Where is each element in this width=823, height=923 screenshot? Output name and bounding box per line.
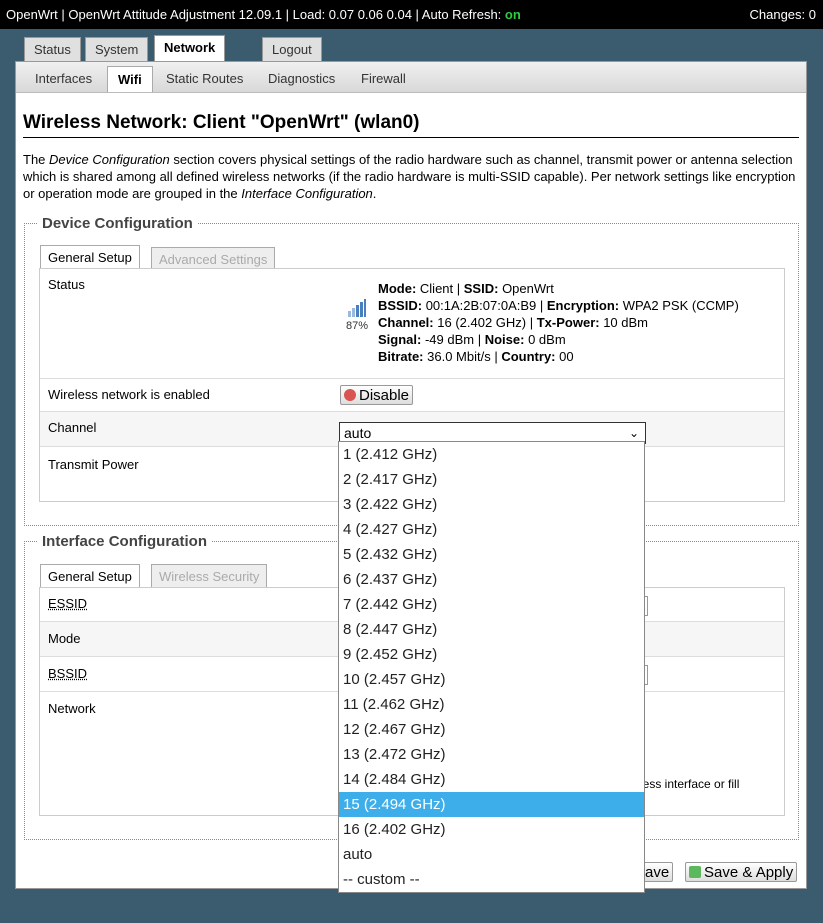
channel-option[interactable]: 7 (2.442 GHz) xyxy=(339,592,644,617)
subtab-wifi[interactable]: Wifi xyxy=(107,66,153,92)
noise-key: Noise: xyxy=(484,332,525,347)
tab-network[interactable]: Network xyxy=(154,35,226,62)
channel-value: 16 (2.402 GHz) xyxy=(437,315,527,330)
system-info-text: OpenWrt | OpenWrt Attitude Adjustment 12… xyxy=(6,7,505,22)
disable-button[interactable]: Disable xyxy=(340,385,414,405)
page-description: The Device Configuration section covers … xyxy=(23,151,801,202)
auto-refresh-toggle[interactable]: on xyxy=(505,7,521,22)
bssid-key: BSSID: xyxy=(378,298,423,313)
channel-option[interactable]: auto xyxy=(339,842,644,867)
mode-value: Client xyxy=(419,281,454,296)
channel-option[interactable]: 12 (2.467 GHz) xyxy=(339,717,644,742)
tab-status[interactable]: Status xyxy=(24,37,81,61)
subtab-static-routes[interactable]: Static Routes xyxy=(156,66,253,92)
country-key: Country: xyxy=(501,349,556,364)
channel-dropdown-list: 1 (2.412 GHz) 2 (2.417 GHz) 3 (2.422 GHz) 4… xyxy=(338,441,645,893)
ssid-key: SSID: xyxy=(463,281,499,296)
channel-option[interactable]: 4 (2.427 GHz) xyxy=(339,517,644,542)
network-help-text: less interface or fill xyxy=(640,777,740,791)
channel-option[interactable]: 5 (2.432 GHz) xyxy=(339,542,644,567)
status-label: Status xyxy=(48,277,85,292)
bitrate-key: Bitrate: xyxy=(378,349,424,364)
channel-select-value: auto xyxy=(344,425,372,441)
tab-system[interactable]: System xyxy=(85,37,149,61)
channel-option[interactable]: 16 (2.402 GHz) xyxy=(339,817,644,842)
subtab-firewall[interactable]: Firewall xyxy=(351,66,416,92)
interface-config-legend: Interface Configuration xyxy=(38,533,212,550)
subtab-interfaces[interactable]: Interfaces xyxy=(25,66,102,92)
txpower-value: 10 dBm xyxy=(603,315,649,330)
save-apply-button-label: Save & Apply xyxy=(704,864,794,881)
channel-option[interactable]: 6 (2.437 GHz) xyxy=(339,567,644,592)
subtab-diagnostics[interactable]: Diagnostics xyxy=(258,66,345,92)
channel-option[interactable]: 10 (2.457 GHz) xyxy=(339,667,644,692)
channel-option[interactable]: 1 (2.412 GHz) xyxy=(339,442,644,467)
desc-em-device-config: Device Configuration xyxy=(49,152,170,167)
bitrate-value: 36.0 Mbit/s xyxy=(427,349,491,364)
country-value: 00 xyxy=(559,349,574,364)
bssid-label: BSSID xyxy=(48,666,88,681)
network-submenu: Interfaces Wifi Static Routes Diagnostic… xyxy=(16,62,806,93)
network-label: Network xyxy=(48,701,96,716)
save-apply-button[interactable]: Save & Apply xyxy=(685,862,798,882)
channel-option[interactable]: 2 (2.417 GHz) xyxy=(339,467,644,492)
top-status-bar: OpenWrt | OpenWrt Attitude Adjustment 12… xyxy=(0,0,823,29)
encryption-value: WPA2 PSK (CCMP) xyxy=(622,298,739,313)
channel-option[interactable]: 8 (2.447 GHz) xyxy=(339,617,644,642)
channel-option[interactable]: 9 (2.452 GHz) xyxy=(339,642,644,667)
channel-option[interactable]: 14 (2.484 GHz) xyxy=(339,767,644,792)
signal-percent: 87% xyxy=(345,320,369,332)
bssid-value: 00:1A:2B:07:0A:B9 xyxy=(425,298,537,313)
txpower-key: Tx-Power: xyxy=(536,315,600,330)
mode-label: Mode xyxy=(48,631,81,646)
desc-text-1: The xyxy=(23,152,50,167)
signal-strength-icon xyxy=(348,299,366,317)
channel-option[interactable]: 11 (2.462 GHz) xyxy=(339,692,644,717)
system-info: OpenWrt | OpenWrt Attitude Adjustment 12… xyxy=(6,7,521,22)
tab-general-setup[interactable]: General Setup xyxy=(40,245,140,269)
signal-key: Signal: xyxy=(378,332,422,347)
main-menu: Status System Network Logout xyxy=(0,29,823,62)
tab-interface-general-setup[interactable]: General Setup xyxy=(40,564,140,588)
tab-logout[interactable]: Logout xyxy=(262,37,322,61)
transmit-power-label: Transmit Power xyxy=(48,457,139,472)
disable-button-label: Disable xyxy=(359,387,410,404)
tab-advanced-settings[interactable]: Advanced Settings xyxy=(151,247,276,269)
channel-option[interactable]: 15 (2.494 GHz) xyxy=(339,792,644,817)
wireless-enabled-label: Wireless network is enabled xyxy=(48,387,210,402)
wireless-enabled-row: Wireless network is enabled Disable xyxy=(40,379,784,412)
essid-label: ESSID xyxy=(48,596,88,611)
channel-label: Channel xyxy=(48,420,97,435)
tab-wireless-security[interactable]: Wireless Security xyxy=(151,564,268,588)
channel-option[interactable]: -- custom -- xyxy=(339,867,644,892)
signal-value: -49 dBm xyxy=(424,332,475,347)
status-row: Status 87% Mode: Client | SSID: OpenWrt … xyxy=(40,269,784,379)
encryption-key: Encryption: xyxy=(546,298,620,313)
disable-icon xyxy=(344,389,356,401)
channel-key: Channel: xyxy=(378,315,434,330)
status-details: Mode: Client | SSID: OpenWrt BSSID: 00:1… xyxy=(378,281,739,364)
chevron-down-icon: ⌄ xyxy=(628,426,639,440)
channel-option[interactable]: 3 (2.422 GHz) xyxy=(339,492,644,517)
mode-key: Mode: xyxy=(378,281,417,296)
page-title: Wireless Network: Client "OpenWrt" (wlan… xyxy=(23,112,799,138)
ssid-value: OpenWrt xyxy=(502,281,554,296)
signal-indicator: 87% xyxy=(345,299,369,332)
device-config-legend: Device Configuration xyxy=(38,215,197,232)
changes-counter[interactable]: Changes: 0 xyxy=(750,7,817,22)
desc-text-3: . xyxy=(372,186,377,201)
desc-em-interface-config: Interface Configuration xyxy=(241,186,373,201)
noise-value: 0 dBm xyxy=(528,332,566,347)
apply-icon xyxy=(689,866,701,878)
channel-option[interactable]: 13 (2.472 GHz) xyxy=(339,742,644,767)
